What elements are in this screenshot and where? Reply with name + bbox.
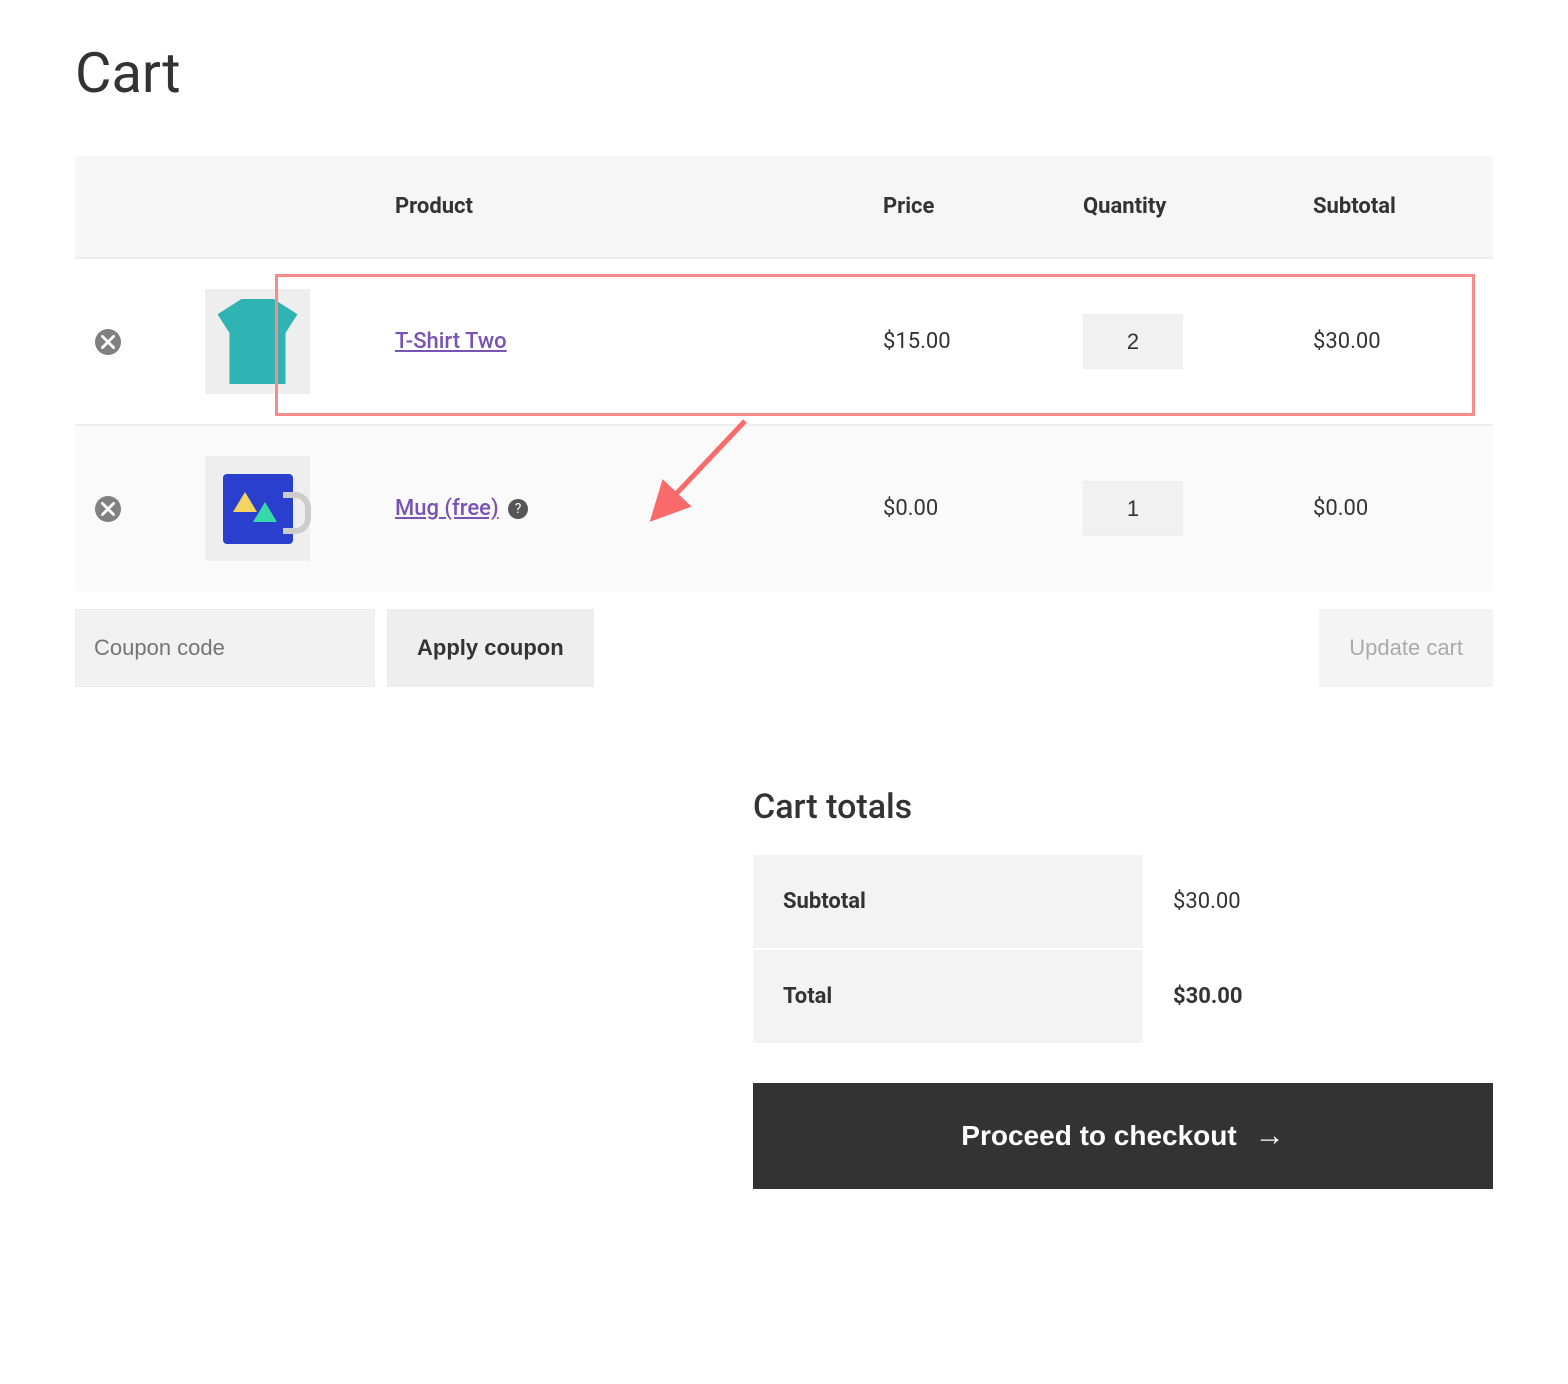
price-cell: $15.00 [863,258,1063,425]
apply-coupon-button[interactable]: Apply coupon [387,609,594,687]
subtotal-label: Subtotal [753,855,1143,949]
page-title: Cart [75,40,1493,106]
cart-totals: Cart totals Subtotal $30.00 Total $30.00… [753,787,1493,1189]
total-value: $30.00 [1143,949,1493,1043]
cart-actions-row: Apply coupon Update cart [75,591,1493,687]
update-cart-button[interactable]: Update cart [1319,609,1493,687]
remove-item-button[interactable] [95,496,121,522]
product-thumbnail[interactable] [205,289,310,394]
subtotal-cell: $0.00 [1293,425,1493,591]
total-label: Total [753,949,1143,1043]
remove-item-button[interactable] [95,329,121,355]
product-thumbnail[interactable] [205,456,310,561]
cart-totals-heading: Cart totals [753,787,1493,827]
close-icon [101,335,115,349]
col-remove-header [75,156,185,258]
cart-page: Cart Product Price Quantity Subtotal T-S… [75,40,1493,1189]
col-price-header: Price [863,156,1063,258]
proceed-to-checkout-button[interactable]: Proceed to checkout → [753,1083,1493,1189]
col-thumb-header [185,156,375,258]
col-product-header: Product [375,156,863,258]
quantity-input[interactable] [1083,481,1183,536]
coupon-code-input[interactable] [75,609,375,687]
cart-table-container: Product Price Quantity Subtotal T-Shirt … [75,156,1493,591]
col-subtotal-header: Subtotal [1293,156,1493,258]
checkout-button-label: Proceed to checkout [961,1120,1236,1152]
cart-table: Product Price Quantity Subtotal T-Shirt … [75,156,1493,591]
table-row: Mug (free) ? $0.00 $0.00 [75,425,1493,591]
help-icon[interactable]: ? [508,499,528,519]
table-row: T-Shirt Two $15.00 $30.00 [75,258,1493,425]
col-quantity-header: Quantity [1063,156,1293,258]
coupon-group: Apply coupon [75,609,594,687]
arrow-right-icon: → [1255,1119,1285,1153]
product-name-link[interactable]: Mug (free) [395,496,499,521]
close-icon [101,502,115,516]
cart-totals-table: Subtotal $30.00 Total $30.00 [753,855,1493,1043]
tshirt-icon [218,299,298,384]
product-name-link[interactable]: T-Shirt Two [395,329,507,354]
subtotal-cell: $30.00 [1293,258,1493,425]
price-cell: $0.00 [863,425,1063,591]
mug-icon [223,474,293,544]
subtotal-value: $30.00 [1143,855,1493,949]
quantity-input[interactable] [1083,314,1183,369]
